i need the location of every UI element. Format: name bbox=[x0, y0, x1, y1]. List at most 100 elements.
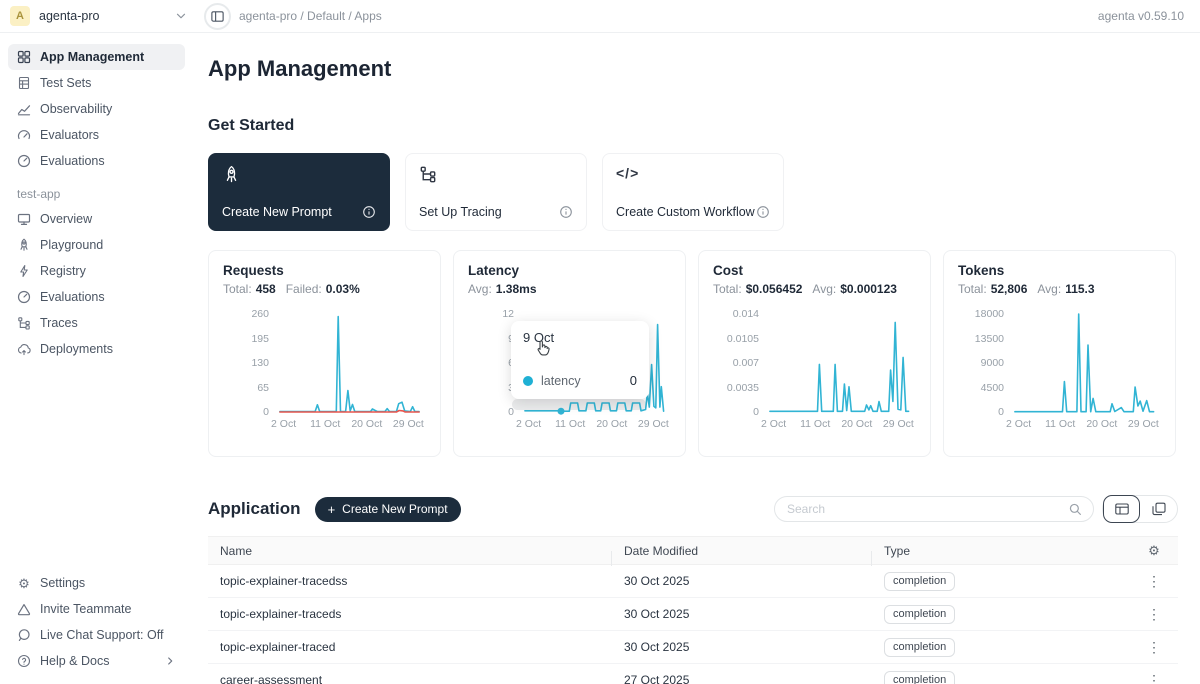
sidebar-item-evaluations[interactable]: Evaluations bbox=[8, 148, 185, 174]
tokens-chart-card: Tokens Total:52,806Avg:115.3 04500900013… bbox=[943, 250, 1176, 457]
app-name[interactable]: career-assessment bbox=[208, 673, 612, 684]
card-view-button[interactable] bbox=[1140, 495, 1177, 523]
gauge-icon bbox=[17, 128, 31, 142]
chart-tooltip: 9 Oct latency 0 bbox=[511, 321, 649, 399]
sidebar-item-app-management[interactable]: App Management bbox=[8, 44, 185, 70]
column-header-type[interactable]: Type bbox=[872, 544, 1130, 558]
card-label: Set Up Tracing bbox=[419, 205, 502, 219]
create-custom-workflow-card[interactable]: </> Create Custom Workflow bbox=[602, 153, 784, 231]
sidebar-item-label: Evaluations bbox=[40, 290, 105, 304]
sidebar-item-playground[interactable]: Playground bbox=[8, 232, 185, 258]
search-icon[interactable] bbox=[1068, 502, 1083, 517]
sidebar-item-label: Overview bbox=[40, 212, 92, 226]
chart-title: Cost bbox=[713, 263, 916, 278]
gauge-arrow-icon bbox=[17, 290, 31, 304]
sidebar-item-app-evaluations[interactable]: Evaluations bbox=[8, 284, 185, 310]
table-view-icon bbox=[1114, 501, 1130, 517]
card-label: Create New Prompt bbox=[222, 205, 332, 219]
row-menu-button[interactable]: ⋮ bbox=[1147, 640, 1161, 654]
sidebar-item-invite-teammate[interactable]: Invite Teammate bbox=[8, 596, 185, 622]
series-dot bbox=[523, 376, 533, 386]
search-box bbox=[774, 496, 1094, 522]
sidebar-item-label: Evaluators bbox=[40, 128, 99, 142]
sidebar-item-test-sets[interactable]: Test Sets bbox=[8, 70, 185, 96]
sidebar-item-settings[interactable]: ⚙ Settings bbox=[8, 570, 185, 596]
gauge-arrow-icon bbox=[17, 154, 31, 168]
app-date-modified: 30 Oct 2025 bbox=[612, 640, 872, 654]
sidebar-item-observability[interactable]: Observability bbox=[8, 96, 185, 122]
row-menu-button[interactable]: ⋮ bbox=[1147, 673, 1161, 684]
mouse-cursor-icon bbox=[534, 339, 552, 364]
sidebar-item-overview[interactable]: Overview bbox=[8, 206, 185, 232]
sidebar-item-traces[interactable]: Traces bbox=[8, 310, 185, 336]
type-badge: completion bbox=[884, 572, 955, 591]
create-new-prompt-card[interactable]: Create New Prompt bbox=[208, 153, 390, 231]
card-label: Create Custom Workflow bbox=[616, 205, 755, 219]
tokens-plot[interactable]: 04500900013500180002 Oct11 Oct20 Oct29 O… bbox=[958, 312, 1161, 436]
table-row[interactable]: topic-explainer-traceds 30 Oct 2025 comp… bbox=[208, 598, 1178, 631]
tree-icon bbox=[17, 316, 31, 330]
info-icon[interactable] bbox=[756, 205, 770, 219]
chevron-right-icon bbox=[164, 655, 176, 667]
sidebar-collapse-button[interactable] bbox=[204, 3, 231, 30]
rocket-icon bbox=[222, 165, 376, 184]
chart-stats: Avg:1.38ms bbox=[468, 282, 671, 296]
sidebar-item-registry[interactable]: Registry bbox=[8, 258, 185, 284]
table-row[interactable]: topic-explainer-tracedss 30 Oct 2025 com… bbox=[208, 565, 1178, 598]
tracing-tree-icon bbox=[419, 165, 573, 183]
chat-bubble-icon bbox=[17, 628, 31, 642]
app-date-modified: 30 Oct 2025 bbox=[612, 607, 872, 621]
row-menu-button[interactable]: ⋮ bbox=[1147, 607, 1161, 621]
sidebar-item-label: Traces bbox=[40, 316, 78, 330]
chart-stats: Total:$0.056452Avg:$0.000123 bbox=[713, 282, 916, 296]
column-header-date-modified[interactable]: Date Modified bbox=[612, 544, 872, 558]
sidebar-item-label: Playground bbox=[40, 238, 103, 252]
lightning-icon bbox=[17, 264, 31, 278]
app-name[interactable]: topic-explainer-traced bbox=[208, 640, 612, 654]
table-view-button[interactable] bbox=[1103, 495, 1140, 523]
app-date-modified: 27 Oct 2025 bbox=[612, 673, 872, 684]
table-row[interactable]: topic-explainer-traced 30 Oct 2025 compl… bbox=[208, 631, 1178, 664]
sidebar-item-help-docs[interactable]: Help & Docs bbox=[8, 648, 185, 674]
sidebar: App Management Test Sets Observability E… bbox=[0, 33, 193, 684]
tooltip-series-name: latency bbox=[541, 374, 581, 388]
set-up-tracing-card[interactable]: Set Up Tracing bbox=[405, 153, 587, 231]
table-row[interactable]: career-assessment 27 Oct 2025 completion… bbox=[208, 664, 1178, 684]
sidebar-item-label: Live Chat Support: Off bbox=[40, 628, 163, 642]
app-version: agenta v0.59.10 bbox=[1098, 9, 1184, 23]
cloud-upload-icon bbox=[17, 342, 31, 356]
sidebar-item-evaluators[interactable]: Evaluators bbox=[8, 122, 185, 148]
info-icon[interactable] bbox=[559, 205, 573, 219]
application-title: Application bbox=[208, 499, 301, 519]
breadcrumb[interactable]: agenta-pro / Default / Apps bbox=[239, 9, 382, 23]
sidebar-item-live-chat[interactable]: Live Chat Support: Off bbox=[8, 622, 185, 648]
sidebar-collapse-icon bbox=[210, 9, 225, 24]
chart-stats: Total:52,806Avg:115.3 bbox=[958, 282, 1161, 296]
latency-chart-card: Latency Avg:1.38ms 0369122 Oct11 Oct20 O… bbox=[453, 250, 686, 457]
cost-plot[interactable]: 00.00350.0070.01050.0142 Oct11 Oct20 Oct… bbox=[713, 312, 916, 436]
create-new-prompt-button[interactable]: + Create New Prompt bbox=[315, 497, 461, 522]
main-content: App Management Get Started Create New Pr… bbox=[193, 33, 1200, 684]
sidebar-item-label: Invite Teammate bbox=[40, 602, 131, 616]
invite-teammate-icon bbox=[17, 602, 31, 616]
row-menu-button[interactable]: ⋮ bbox=[1147, 574, 1161, 588]
search-input[interactable] bbox=[787, 502, 1068, 516]
requests-plot[interactable]: 0651301952602 Oct11 Oct20 Oct29 Oct bbox=[223, 312, 426, 436]
type-badge: completion bbox=[884, 671, 955, 684]
sidebar-item-deployments[interactable]: Deployments bbox=[8, 336, 185, 362]
code-icon: </> bbox=[616, 165, 770, 181]
table-settings-gear-icon[interactable]: ⚙ bbox=[1148, 544, 1160, 557]
info-icon[interactable] bbox=[362, 205, 376, 219]
topbar: A agenta-pro agenta-pro / Default / Apps… bbox=[0, 0, 1200, 33]
applications-table: Name Date Modified Type ⚙ topic-explaine… bbox=[208, 536, 1178, 684]
app-name[interactable]: topic-explainer-traceds bbox=[208, 607, 612, 621]
app-name[interactable]: topic-explainer-tracedss bbox=[208, 574, 612, 588]
plus-icon: + bbox=[328, 502, 336, 517]
org-switcher[interactable]: A agenta-pro bbox=[10, 6, 188, 26]
column-header-name[interactable]: Name bbox=[208, 544, 612, 558]
gear-icon: ⚙ bbox=[17, 577, 31, 590]
sidebar-footer: ⚙ Settings Invite Teammate Live Chat Sup… bbox=[8, 570, 185, 674]
monitor-icon bbox=[17, 212, 31, 226]
org-name: agenta-pro bbox=[39, 9, 99, 23]
rocket-icon bbox=[17, 238, 31, 252]
